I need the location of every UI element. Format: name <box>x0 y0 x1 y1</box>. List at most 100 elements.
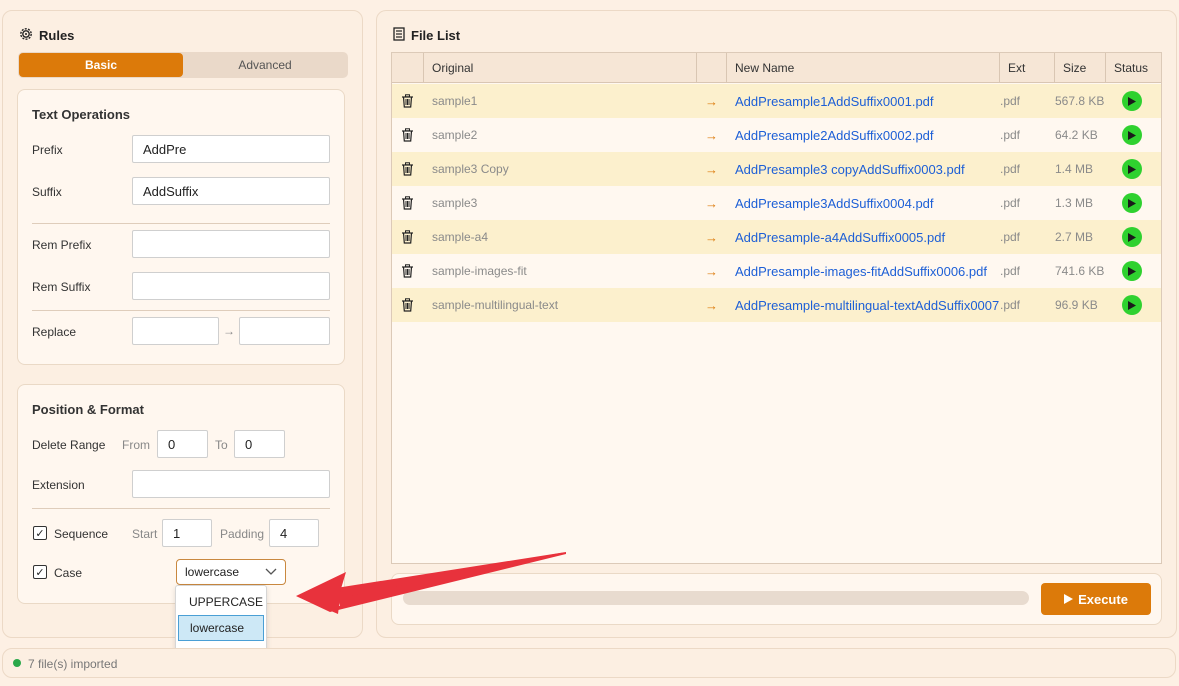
status-ok-icon[interactable] <box>1122 84 1142 118</box>
file-ext: .pdf <box>1000 264 1021 278</box>
case-select[interactable]: lowercase <box>176 559 286 585</box>
case-checkbox[interactable]: ✓ <box>33 565 47 579</box>
original-name: sample2 <box>432 128 478 142</box>
file-list-title-text: File List <box>411 28 461 43</box>
delete-range-label: Delete Range <box>32 438 106 452</box>
status-ok-icon[interactable] <box>1122 152 1142 186</box>
original-name: sample-images-fit <box>432 264 527 278</box>
position-format-card: Position & Format Delete Range From 0 To… <box>17 384 345 604</box>
replace-to-input[interactable] <box>239 317 330 345</box>
file-list-title: File List <box>393 27 460 44</box>
rules-title-text: Rules <box>39 28 75 43</box>
rename-arrow-icon: → <box>705 161 718 177</box>
delete-icon[interactable] <box>401 220 414 254</box>
gear-icon <box>19 27 33 44</box>
sequence-checkbox[interactable]: ✓ <box>33 526 47 540</box>
file-size: 1.3 MB <box>1055 196 1094 210</box>
new-name: AddPresample-images-fitAddSuffix0006.pdf <box>735 263 987 279</box>
sequence-label: Sequence <box>54 527 109 541</box>
start-label: Start <box>132 527 158 541</box>
to-input[interactable]: 0 <box>234 430 285 458</box>
rules-tabs: Basic Advanced <box>18 52 348 78</box>
tab-basic[interactable]: Basic <box>19 53 183 77</box>
original-name: sample3 <box>432 196 478 210</box>
new-name: AddPresample-multilingual-textAddSuffix0… <box>735 297 999 313</box>
rem-prefix-input[interactable] <box>132 230 330 258</box>
rename-arrow-icon: → <box>705 263 718 279</box>
table-row[interactable]: sample1 → AddPresample1AddSuffix0001.pdf .p… <box>392 84 1161 118</box>
table-row[interactable]: sample-images-fit → AddPresample-images-fi… <box>392 254 1161 288</box>
column-header-ext[interactable]: Ext <box>1000 53 1055 83</box>
start-input[interactable]: 1 <box>162 519 212 547</box>
suffix-label: Suffix <box>32 185 62 199</box>
original-name: sample-multilingual-text <box>432 298 559 312</box>
column-header-new-name[interactable]: New Name <box>727 53 1000 83</box>
rem-suffix-label: Rem Suffix <box>32 280 91 294</box>
column-header-original[interactable]: Original <box>424 53 697 83</box>
status-dot-icon <box>13 659 21 667</box>
column-header-size[interactable]: Size <box>1055 53 1106 83</box>
delete-icon[interactable] <box>401 84 414 118</box>
table-row[interactable]: sample2 → AddPresample2AddSuffix0002.pdf .p… <box>392 118 1161 152</box>
execute-button[interactable]: Execute <box>1041 583 1151 615</box>
file-size: 741.6 KB <box>1055 264 1105 278</box>
rename-arrow-icon: → <box>705 93 718 109</box>
status-ok-icon[interactable] <box>1122 220 1142 254</box>
delete-icon[interactable] <box>401 254 414 288</box>
delete-icon[interactable] <box>401 288 414 322</box>
delete-icon[interactable] <box>401 152 414 186</box>
chevron-down-icon <box>265 565 277 579</box>
file-size: 2.7 MB <box>1055 230 1094 244</box>
divider <box>32 310 330 311</box>
status-ok-icon[interactable] <box>1122 118 1142 152</box>
rem-suffix-input[interactable] <box>132 272 330 300</box>
rules-panel: Rules Basic Advanced Text Operations Pre… <box>2 10 363 638</box>
prefix-input[interactable]: AddPre <box>132 135 330 163</box>
play-icon <box>1064 592 1074 607</box>
extension-input[interactable] <box>132 470 330 498</box>
table-header: Original New Name Ext Size Status <box>392 53 1161 83</box>
file-size: 567.8 KB <box>1055 94 1105 108</box>
new-name: AddPresample3 copyAddSuffix0003.pdf <box>735 161 965 177</box>
rules-title: Rules <box>19 27 74 44</box>
document-list-icon <box>393 27 405 44</box>
status-ok-icon[interactable] <box>1122 186 1142 220</box>
replace-from-input[interactable] <box>132 317 219 345</box>
file-ext: .pdf <box>1000 128 1021 142</box>
file-ext: .pdf <box>1000 230 1021 244</box>
progress-bar <box>403 591 1029 605</box>
new-name: AddPresample1AddSuffix0001.pdf <box>735 93 934 109</box>
divider <box>32 223 330 224</box>
status-bar: 7 file(s) imported <box>2 648 1176 678</box>
column-header-delete <box>392 53 424 83</box>
case-select-value: lowercase <box>185 565 240 579</box>
status-ok-icon[interactable] <box>1122 254 1142 288</box>
case-option-uppercase[interactable]: UPPERCASE <box>178 589 264 615</box>
rename-arrow-icon: → <box>705 195 718 211</box>
prefix-label: Prefix <box>32 143 63 157</box>
table-row[interactable]: sample-multilingual-text → AddPresample-mu… <box>392 288 1161 322</box>
case-option-lowercase[interactable]: lowercase <box>178 615 264 641</box>
position-format-title: Position & Format <box>32 402 144 417</box>
from-label: From <box>122 438 150 452</box>
original-name: sample3 Copy <box>432 162 509 176</box>
tab-advanced[interactable]: Advanced <box>183 53 347 77</box>
rename-arrow-icon: → <box>705 127 718 143</box>
delete-icon[interactable] <box>401 186 414 220</box>
delete-icon[interactable] <box>401 118 414 152</box>
column-header-arrow <box>697 53 727 83</box>
padding-input[interactable]: 4 <box>269 519 319 547</box>
from-input[interactable]: 0 <box>157 430 208 458</box>
table-row[interactable]: sample-a4 → AddPresample-a4AddSuffix0005.p… <box>392 220 1161 254</box>
original-name: sample-a4 <box>432 230 489 244</box>
table-row[interactable]: sample3 Copy → AddPresample3 copyAddSuffix… <box>392 152 1161 186</box>
status-ok-icon[interactable] <box>1122 288 1142 322</box>
suffix-input[interactable]: AddSuffix <box>132 177 330 205</box>
execute-label: Execute <box>1078 591 1128 607</box>
file-ext: .pdf <box>1000 162 1021 176</box>
table-row[interactable]: sample3 → AddPresample3AddSuffix0004.pdf .p… <box>392 186 1161 220</box>
rem-prefix-label: Rem Prefix <box>32 238 92 252</box>
case-label: Case <box>54 566 83 580</box>
padding-label: Padding <box>220 527 265 541</box>
replace-arrow-icon: → <box>223 324 235 338</box>
